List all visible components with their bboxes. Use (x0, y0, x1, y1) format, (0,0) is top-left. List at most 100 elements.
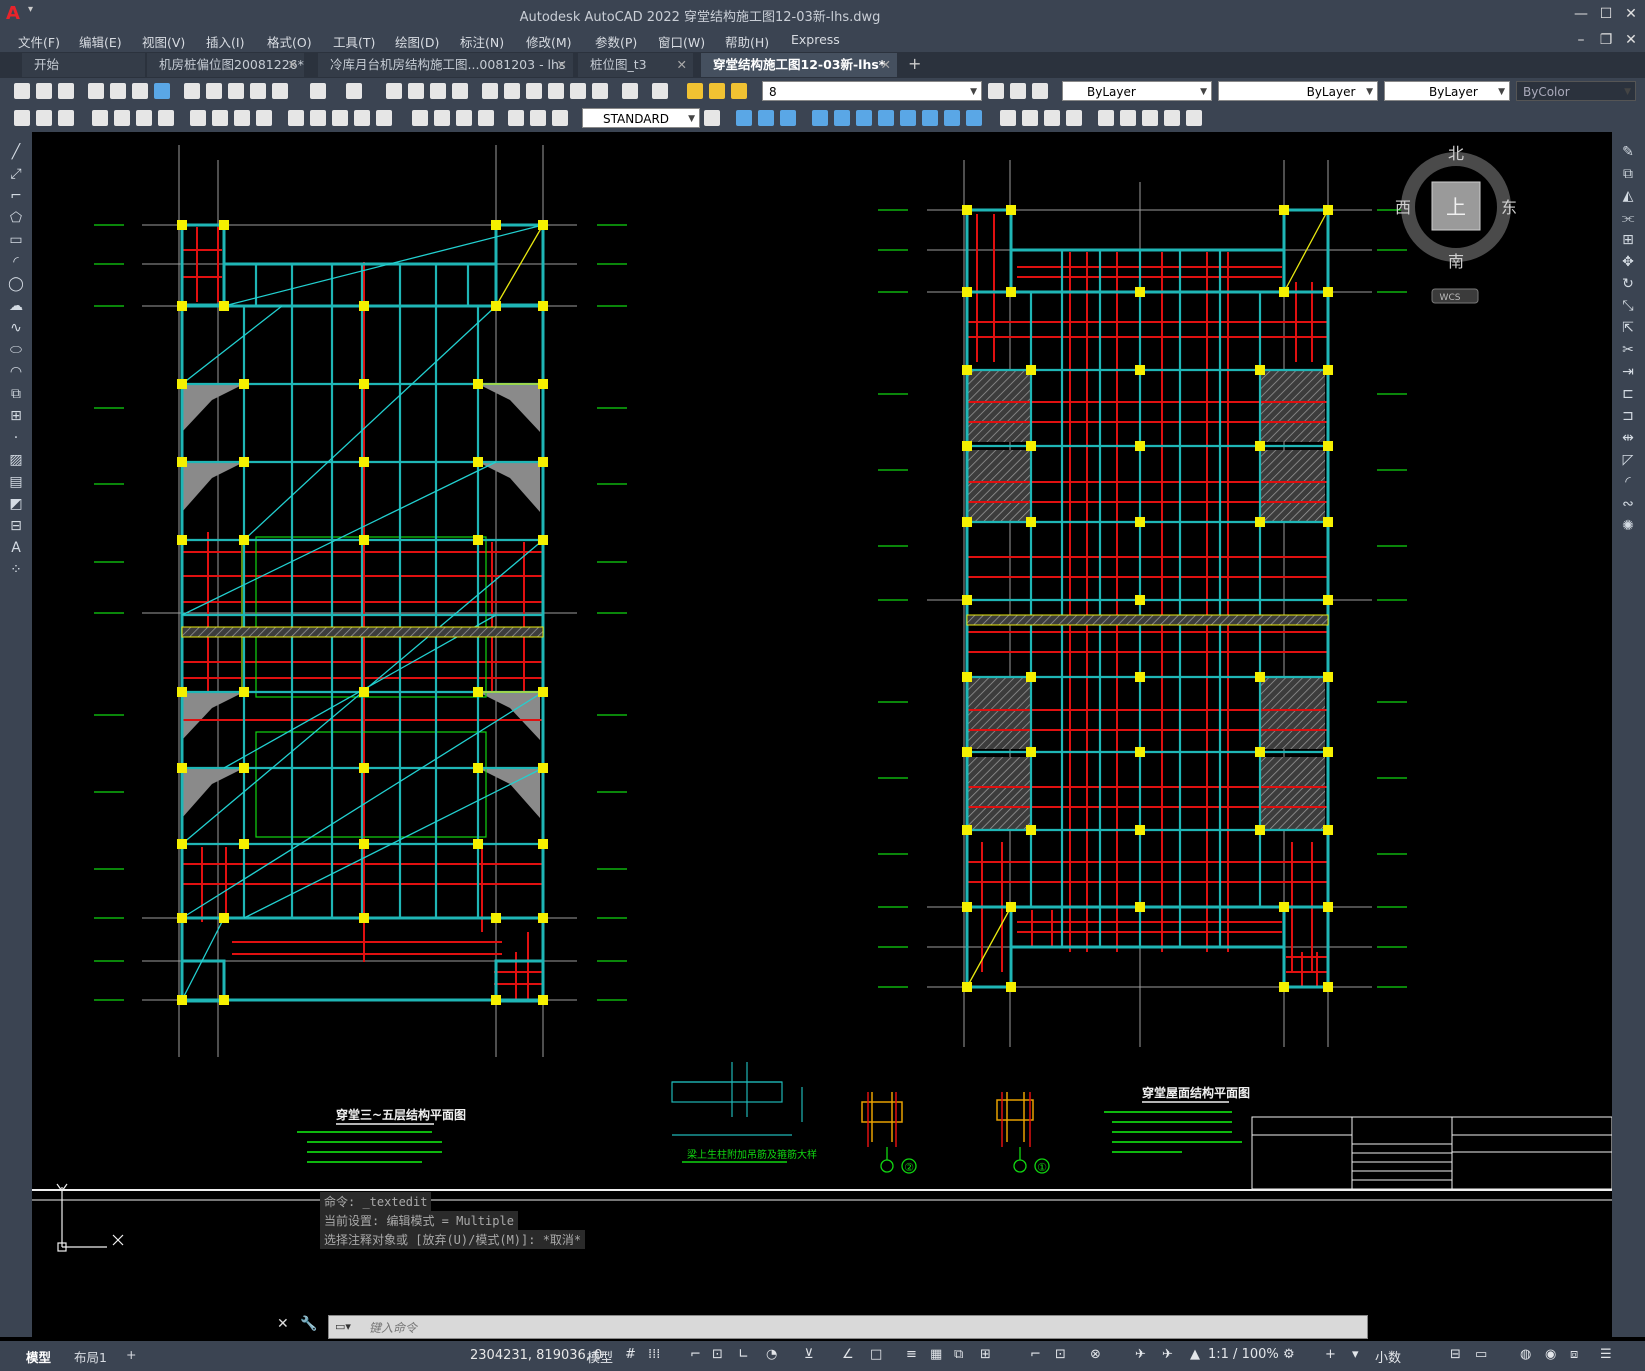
tool-palettes-icon[interactable] (526, 83, 542, 99)
modify-icon-20[interactable] (1186, 110, 1202, 126)
hatch-icon[interactable]: ▨ (8, 452, 24, 468)
grid-icon[interactable]: # (625, 1347, 636, 1362)
design-center-icon[interactable] (504, 83, 520, 99)
modify-icon-2[interactable] (758, 110, 774, 126)
modify-icon-14[interactable] (1044, 110, 1060, 126)
snap-icon[interactable]: ⁞⁞⁞ (648, 1347, 660, 1362)
3d-dwf-icon[interactable] (154, 83, 170, 99)
doc-restore-button[interactable]: ❐ (1595, 30, 1617, 50)
menu-tools[interactable]: 工具(T) (333, 32, 375, 51)
customize-wrench-icon[interactable]: 🔧 (300, 1316, 317, 1332)
line-icon[interactable]: ╱ (8, 144, 24, 160)
lineweight-dropdown[interactable]: ByLayer ▼ (1384, 81, 1510, 101)
layer-properties-icon[interactable] (652, 83, 668, 99)
stretch-icon[interactable]: ⇱ (1620, 320, 1636, 336)
modify-icon-13[interactable] (1022, 110, 1038, 126)
center-mark-icon[interactable] (434, 110, 450, 126)
polar-icon[interactable]: ◔ (766, 1347, 777, 1362)
properties-icon[interactable] (482, 83, 498, 99)
viewcube-top-label[interactable]: 上 (1446, 195, 1466, 219)
doc-close-button[interactable]: ✕ (1620, 30, 1642, 50)
ucs-icon-status[interactable]: ⌐ (1030, 1347, 1041, 1362)
jogged-dimension-icon[interactable] (212, 110, 228, 126)
lineweight-icon[interactable]: ≡ (906, 1347, 917, 1362)
command-input[interactable]: ▭▾ 键入命令 (328, 1315, 1368, 1339)
minimize-button[interactable]: — (1570, 4, 1592, 24)
command-prompt-icon[interactable]: ▭▾ (335, 1320, 351, 1333)
add-layout-icon[interactable]: + (126, 1347, 136, 1362)
ortho-icon[interactable]: ∟ (738, 1347, 749, 1362)
tab-file-3[interactable]: 桩位图_t3 ✕ (578, 53, 693, 77)
explode-icon[interactable]: ✺ (1620, 518, 1636, 534)
modify-icon-6[interactable] (856, 110, 872, 126)
quick-calc-icon[interactable] (592, 83, 608, 99)
extend-icon[interactable]: ⇥ (1620, 364, 1636, 380)
modify-icon-1[interactable] (736, 110, 752, 126)
block-editor-icon[interactable] (272, 83, 288, 99)
jogged-linear-icon[interactable] (478, 110, 494, 126)
aligned-dimension-icon[interactable] (114, 110, 130, 126)
modify-icon-15[interactable] (1066, 110, 1082, 126)
dimension-text-edit-icon[interactable] (530, 110, 546, 126)
tab-file-2[interactable]: 冷库月台机房结构施工图...0081203 - lhs ✕ (318, 53, 573, 77)
add-selected-icon[interactable]: ⁘ (8, 562, 24, 578)
arc-length-icon[interactable] (136, 110, 152, 126)
modify-icon-3[interactable] (780, 110, 796, 126)
maximize-button[interactable]: ☐ (1595, 4, 1617, 24)
new-tab-icon[interactable]: + (908, 54, 921, 73)
viewcube[interactable]: 上 北 南 东 西 WCS (1395, 144, 1517, 304)
help-icon[interactable] (622, 83, 638, 99)
copy-icon[interactable] (206, 83, 222, 99)
circle-icon[interactable]: ◯ (8, 276, 24, 292)
table-icon[interactable]: ⊟ (8, 518, 24, 534)
layer-on-icon[interactable] (687, 83, 703, 99)
menu-file[interactable]: 文件(F) (18, 32, 60, 51)
viewcube-north[interactable]: 北 (1448, 144, 1464, 163)
tab-file-1[interactable]: 机房桩偏位图20081226* ✕ (147, 53, 304, 77)
menu-modify[interactable]: 修改(M) (526, 32, 572, 51)
publish-icon[interactable] (132, 83, 148, 99)
redo-icon[interactable] (346, 83, 362, 99)
multiline-text-icon[interactable]: A (8, 540, 24, 556)
layer-previous-icon[interactable] (1010, 83, 1026, 99)
close-button[interactable]: ✕ (1620, 4, 1642, 24)
dimension-space-icon[interactable] (354, 110, 370, 126)
insert-block-icon[interactable]: ⧉ (8, 386, 24, 402)
3d-osnap-icon[interactable]: ⊞ (980, 1347, 991, 1362)
viewcube-east[interactable]: 东 (1501, 198, 1517, 217)
polygon-icon[interactable]: ⬠ (8, 210, 24, 226)
viewcube-west[interactable]: 西 (1395, 198, 1411, 217)
modify-icon-9[interactable] (922, 110, 938, 126)
viewcube-south[interactable]: 南 (1448, 252, 1464, 271)
customization-menu-icon[interactable]: ☰ (1600, 1347, 1612, 1362)
linetype-dropdown[interactable]: ByLayer ▼ (1218, 81, 1378, 101)
continue-dimension-icon[interactable] (332, 110, 348, 126)
rotate-icon[interactable]: ↻ (1620, 276, 1636, 292)
region-icon[interactable]: ◩ (8, 496, 24, 512)
ordinate-dimension-icon[interactable] (158, 110, 174, 126)
close-tab-icon[interactable]: ✕ (557, 53, 567, 77)
graphics-performance-icon[interactable]: ◉ (1545, 1347, 1556, 1362)
make-current-layer-icon[interactable] (988, 83, 1004, 99)
model-space-toggle[interactable]: 模型 (587, 1347, 613, 1366)
ellipse-arc-icon[interactable]: ◠ (8, 364, 24, 380)
modify-icon-16[interactable] (1098, 110, 1114, 126)
zoom-window-icon[interactable] (430, 83, 446, 99)
tab-model[interactable]: 模型 (26, 1347, 51, 1366)
revision-cloud-icon[interactable]: ☁ (8, 298, 24, 314)
object-snap-tracking-icon[interactable]: ∠ (842, 1347, 854, 1362)
linear-dimension-icon[interactable] (92, 110, 108, 126)
command-close-icon[interactable]: ✕ (277, 1316, 289, 1332)
rectangle-icon[interactable]: ▭ (8, 232, 24, 248)
color-dropdown[interactable]: ByLayer ▼ (1062, 81, 1212, 101)
paste-icon[interactable] (228, 83, 244, 99)
point-icon[interactable]: · (8, 430, 24, 446)
tab-file-active[interactable]: 穿堂结构施工图12-03新-lhs* ✕ (701, 53, 897, 77)
lock-ui-icon[interactable]: ▭ (1475, 1347, 1487, 1362)
object-snap-icon[interactable]: □ (870, 1347, 882, 1362)
baseline-dimension-icon[interactable] (310, 110, 326, 126)
gizmo-icon[interactable]: ⊡ (1055, 1347, 1066, 1362)
menu-format[interactable]: 格式(O) (267, 32, 312, 51)
menu-insert[interactable]: 插入(I) (206, 32, 244, 51)
selection-cycling-icon[interactable]: ⧉ (954, 1347, 963, 1362)
